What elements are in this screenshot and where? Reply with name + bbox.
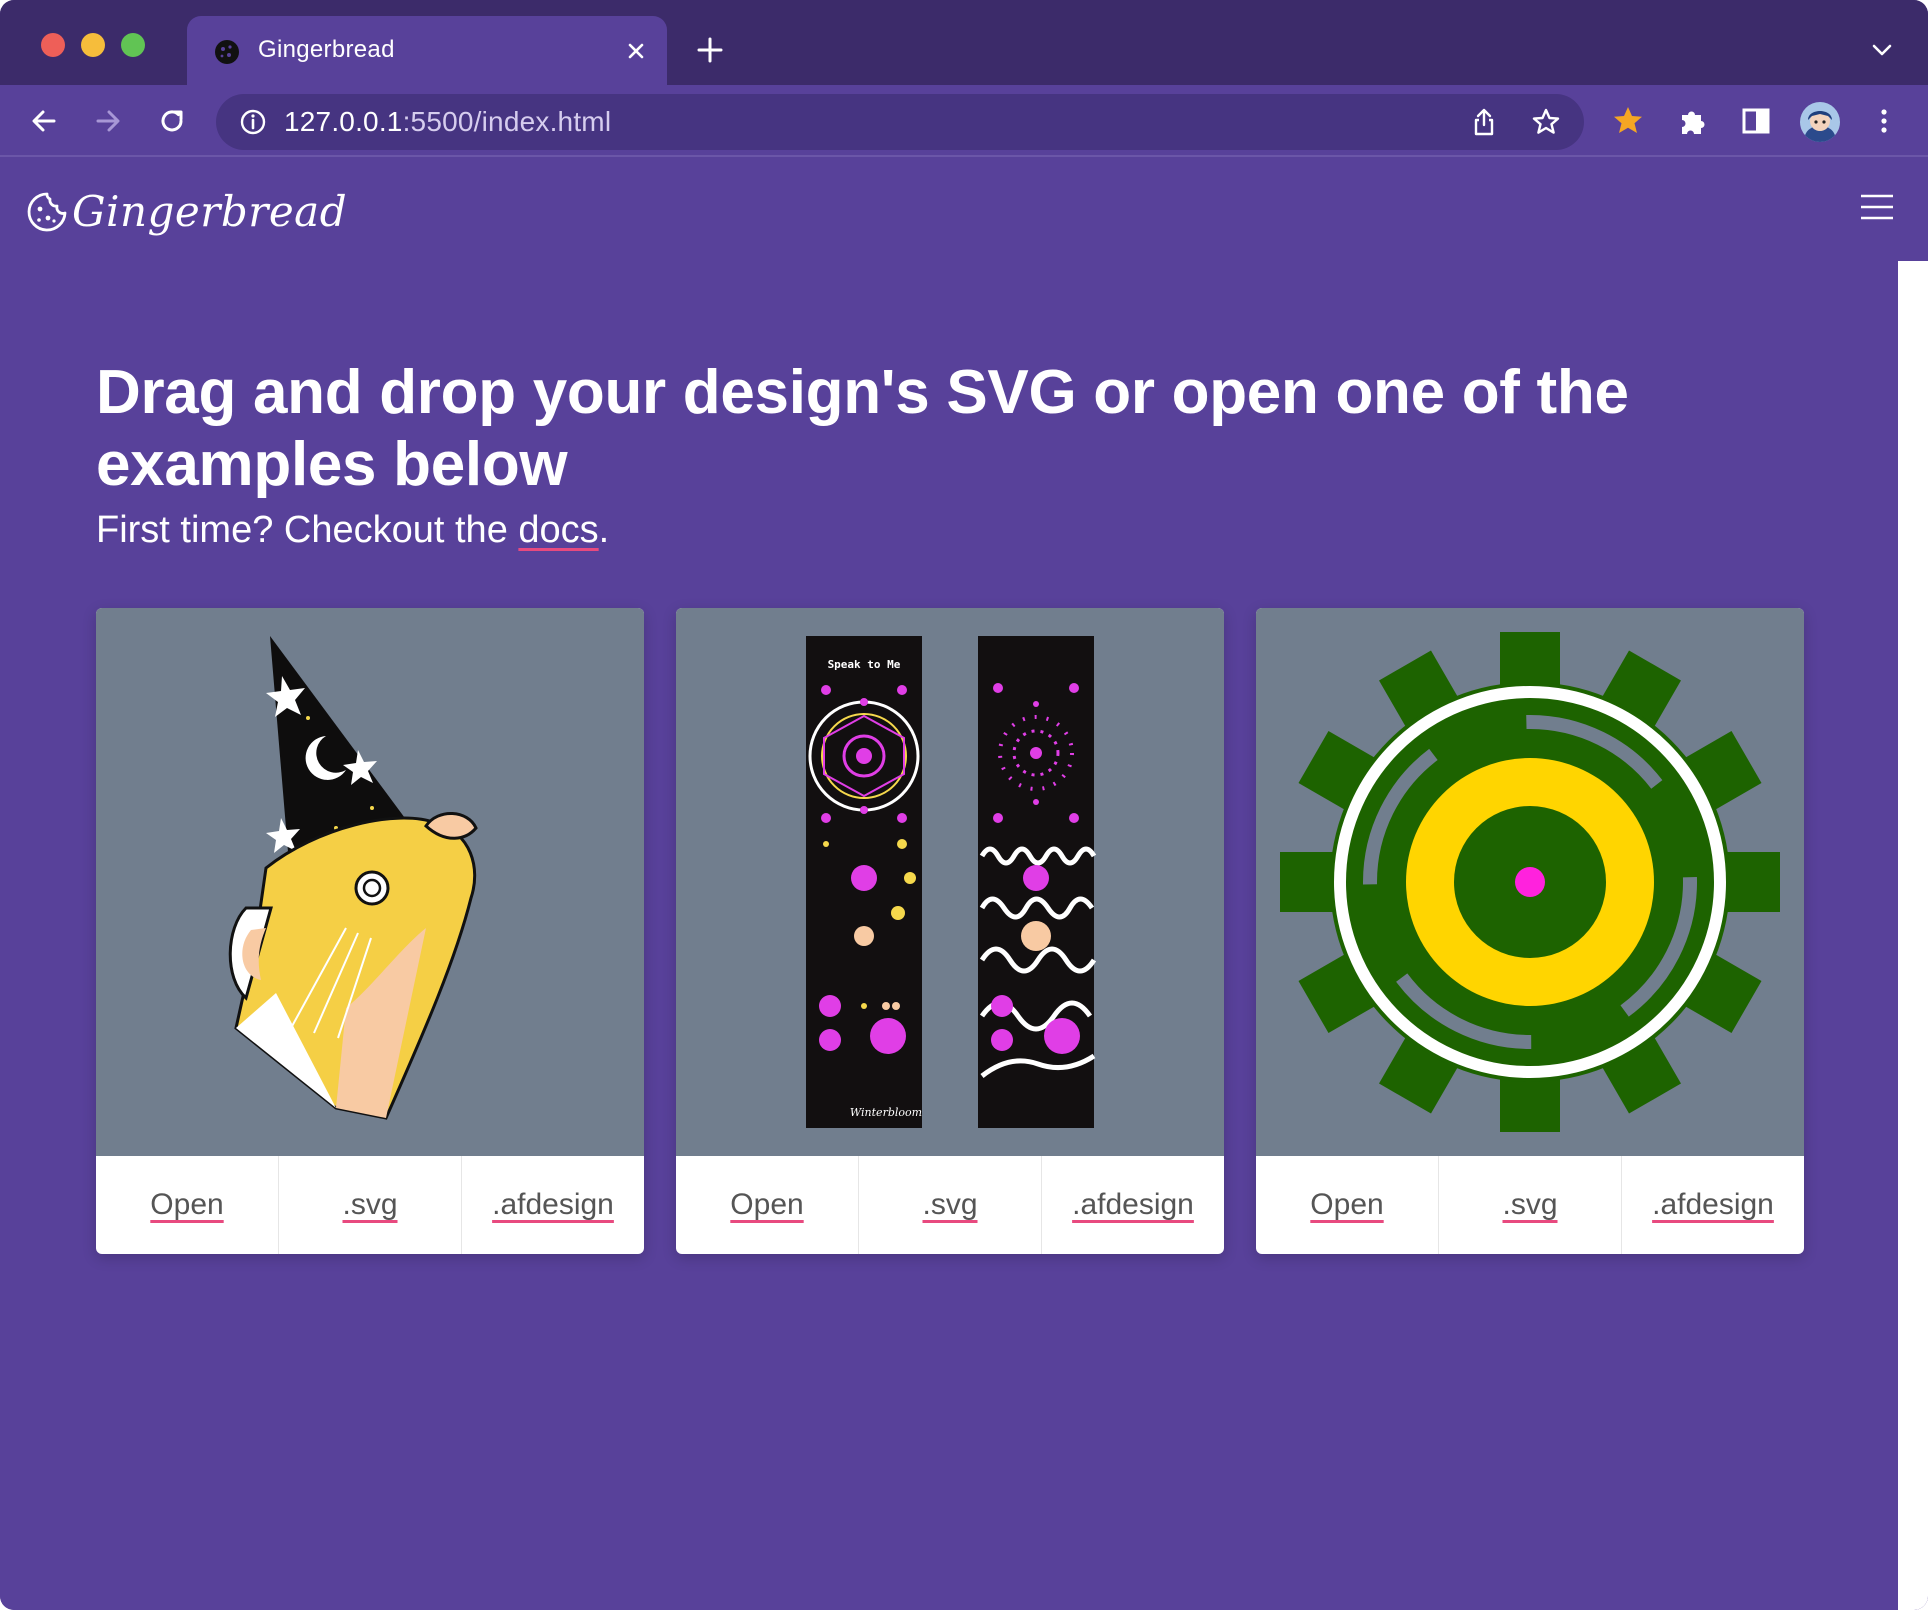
- subtitle-prefix: First time? Checkout the: [96, 509, 519, 551]
- download-afdesign-link[interactable]: .afdesign: [461, 1156, 644, 1254]
- bookmark-star-icon[interactable]: [1530, 106, 1562, 138]
- new-tab-icon[interactable]: [694, 34, 726, 66]
- download-svg-link[interactable]: .svg: [1438, 1156, 1621, 1254]
- panel-title: Speak to Me: [828, 658, 901, 671]
- address-bar[interactable]: 127.0.0.1:5500/index.html: [216, 94, 1584, 150]
- minimize-window-button[interactable]: [81, 33, 105, 57]
- example-actions: Open .svg .afdesign: [676, 1156, 1224, 1254]
- tab-gingerbread[interactable]: Gingerbread: [187, 16, 667, 85]
- profile-avatar[interactable]: [1800, 102, 1840, 142]
- open-example-button[interactable]: Open: [1256, 1156, 1438, 1254]
- page-headline: Drag and drop your design's SVG or open …: [96, 358, 1629, 499]
- download-svg-link[interactable]: .svg: [858, 1156, 1041, 1254]
- examples-grid: Open .svg .afdesign Speak to Me Winterbl…: [96, 608, 1806, 1254]
- download-afdesign-link[interactable]: .afdesign: [1041, 1156, 1224, 1254]
- maximize-window-button[interactable]: [121, 33, 145, 57]
- example-image-panels: Speak to Me Winterbloom: [676, 608, 1224, 1156]
- download-svg-link[interactable]: .svg: [278, 1156, 461, 1254]
- browser-toolbar: 127.0.0.1:5500/index.html: [0, 85, 1928, 157]
- download-afdesign-link[interactable]: .afdesign: [1621, 1156, 1804, 1254]
- subtitle-suffix: .: [598, 509, 610, 551]
- extensions-puzzle-icon[interactable]: [1674, 103, 1710, 139]
- example-actions: Open .svg .afdesign: [1256, 1156, 1804, 1254]
- more-options-icon[interactable]: [1866, 103, 1902, 139]
- example-actions: Open .svg .afdesign: [96, 1156, 644, 1254]
- chevron-down-icon[interactable]: [1868, 38, 1896, 62]
- reload-icon[interactable]: [154, 103, 190, 139]
- tab-strip: Gingerbread: [0, 0, 1928, 85]
- example-card-panels: Speak to Me Winterbloom Open .svg .afdes…: [676, 608, 1224, 1254]
- example-card-wizard: Open .svg .afdesign: [96, 608, 644, 1254]
- wizard-hamster-illustration: [228, 636, 478, 1120]
- panel-signature: Winterbloom: [850, 1106, 922, 1119]
- scrollbar[interactable]: [1898, 261, 1928, 1610]
- url-path: :5500/index.html: [402, 106, 612, 137]
- cookie-icon: [215, 40, 239, 64]
- side-panel-icon[interactable]: [1738, 103, 1774, 139]
- hamburger-menu-icon[interactable]: [1860, 193, 1894, 221]
- forward-arrow-icon[interactable]: [90, 103, 126, 139]
- gear-illustration: [1280, 632, 1780, 1132]
- extension-star-icon[interactable]: [1610, 103, 1646, 139]
- back-arrow-icon[interactable]: [26, 103, 62, 139]
- example-image-wizard: [96, 608, 644, 1156]
- url-host: 127.0.0.1: [284, 106, 403, 137]
- browser-window: Gingerbread 127.0.0.1:5500/index.html Gi…: [0, 0, 1928, 1610]
- share-icon[interactable]: [1468, 106, 1500, 138]
- url-text: 127.0.0.1:5500/index.html: [284, 106, 611, 138]
- tab-title: Gingerbread: [258, 36, 395, 63]
- site-navbar: Gingerbread: [0, 157, 1898, 261]
- example-card-gear: Open .svg .afdesign: [1256, 608, 1804, 1254]
- page-content: Gingerbread Drag and drop your design's …: [0, 157, 1928, 1610]
- open-example-button[interactable]: Open: [96, 1156, 278, 1254]
- profile-avatar-icon: [1800, 102, 1840, 142]
- page-subtitle: First time? Checkout the docs.: [96, 509, 609, 552]
- close-tab-icon[interactable]: [621, 36, 651, 66]
- brand-name: Gingerbread: [72, 187, 348, 236]
- info-icon[interactable]: [238, 107, 268, 137]
- open-example-button[interactable]: Open: [676, 1156, 858, 1254]
- cookie-icon: [27, 192, 67, 232]
- eurorack-panels-illustration: Speak to Me Winterbloom: [806, 636, 1097, 1128]
- example-image-gear: [1256, 608, 1804, 1156]
- close-window-button[interactable]: [41, 33, 65, 57]
- docs-link[interactable]: docs: [518, 509, 598, 551]
